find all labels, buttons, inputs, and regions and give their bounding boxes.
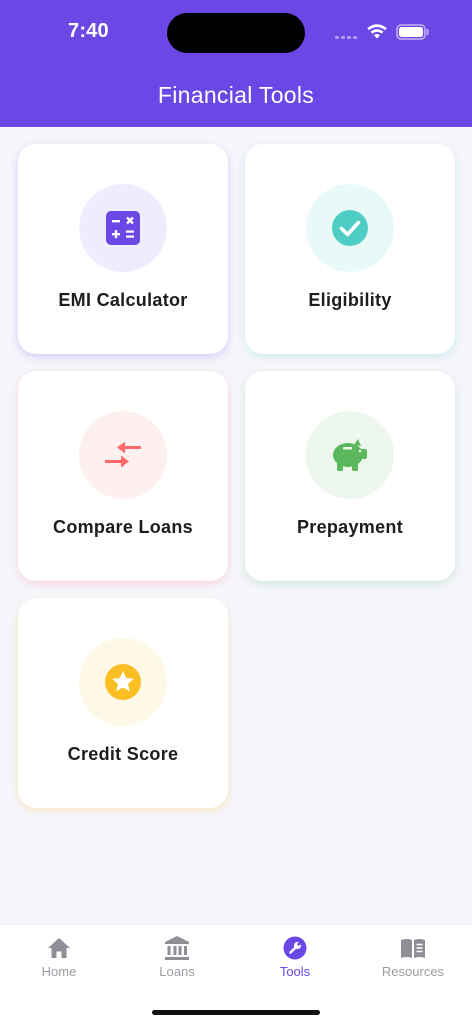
icon-circle	[306, 184, 394, 272]
tool-card-eligibility[interactable]: Eligibility	[245, 144, 455, 354]
bank-icon	[165, 936, 189, 960]
calculator-icon	[106, 211, 140, 245]
piggy-bank-icon	[333, 439, 367, 471]
tool-card-credit-score[interactable]: Credit Score	[18, 598, 228, 808]
wifi-icon	[367, 24, 387, 39]
compare-arrows-icon	[105, 441, 141, 468]
tool-card-label: Eligibility	[308, 290, 392, 310]
battery-icon	[396, 24, 429, 40]
tab-tools[interactable]: Tools	[236, 935, 354, 979]
tab-loans[interactable]: Loans	[118, 935, 236, 979]
page-title: Financial Tools	[157, 82, 315, 108]
home-indicator	[152, 1010, 320, 1015]
home-icon	[48, 938, 70, 958]
status-time: 7:40	[68, 20, 109, 42]
tool-card-prepayment[interactable]: Prepayment	[245, 371, 455, 581]
tool-card-label: Credit Score	[67, 744, 179, 764]
tab-label: Resources	[381, 964, 445, 979]
tab-resources[interactable]: Resources	[354, 935, 472, 979]
tool-card-compare-loans[interactable]: Compare Loans	[18, 371, 228, 581]
icon-circle	[79, 184, 167, 272]
tool-card-emi-calculator[interactable]: EMI Calculator	[18, 144, 228, 354]
icon-circle	[79, 411, 167, 499]
star-icon	[105, 664, 141, 700]
app-header: 7:40 Financial Tools	[0, 0, 472, 127]
wrench-icon	[283, 936, 307, 960]
tab-home[interactable]: Home	[0, 935, 118, 979]
cellular-signal-icon	[335, 36, 357, 39]
tool-card-label: Compare Loans	[53, 517, 193, 537]
tool-card-label: Prepayment	[296, 517, 404, 537]
tab-label: Tools	[279, 964, 311, 979]
icon-circle	[79, 638, 167, 726]
tool-card-label: EMI Calculator	[58, 290, 188, 310]
icon-circle	[306, 411, 394, 499]
tab-label: Home	[41, 964, 77, 979]
dynamic-island	[167, 13, 305, 53]
check-circle-icon	[332, 210, 368, 246]
book-icon	[401, 939, 425, 958]
tab-label: Loans	[159, 964, 195, 979]
